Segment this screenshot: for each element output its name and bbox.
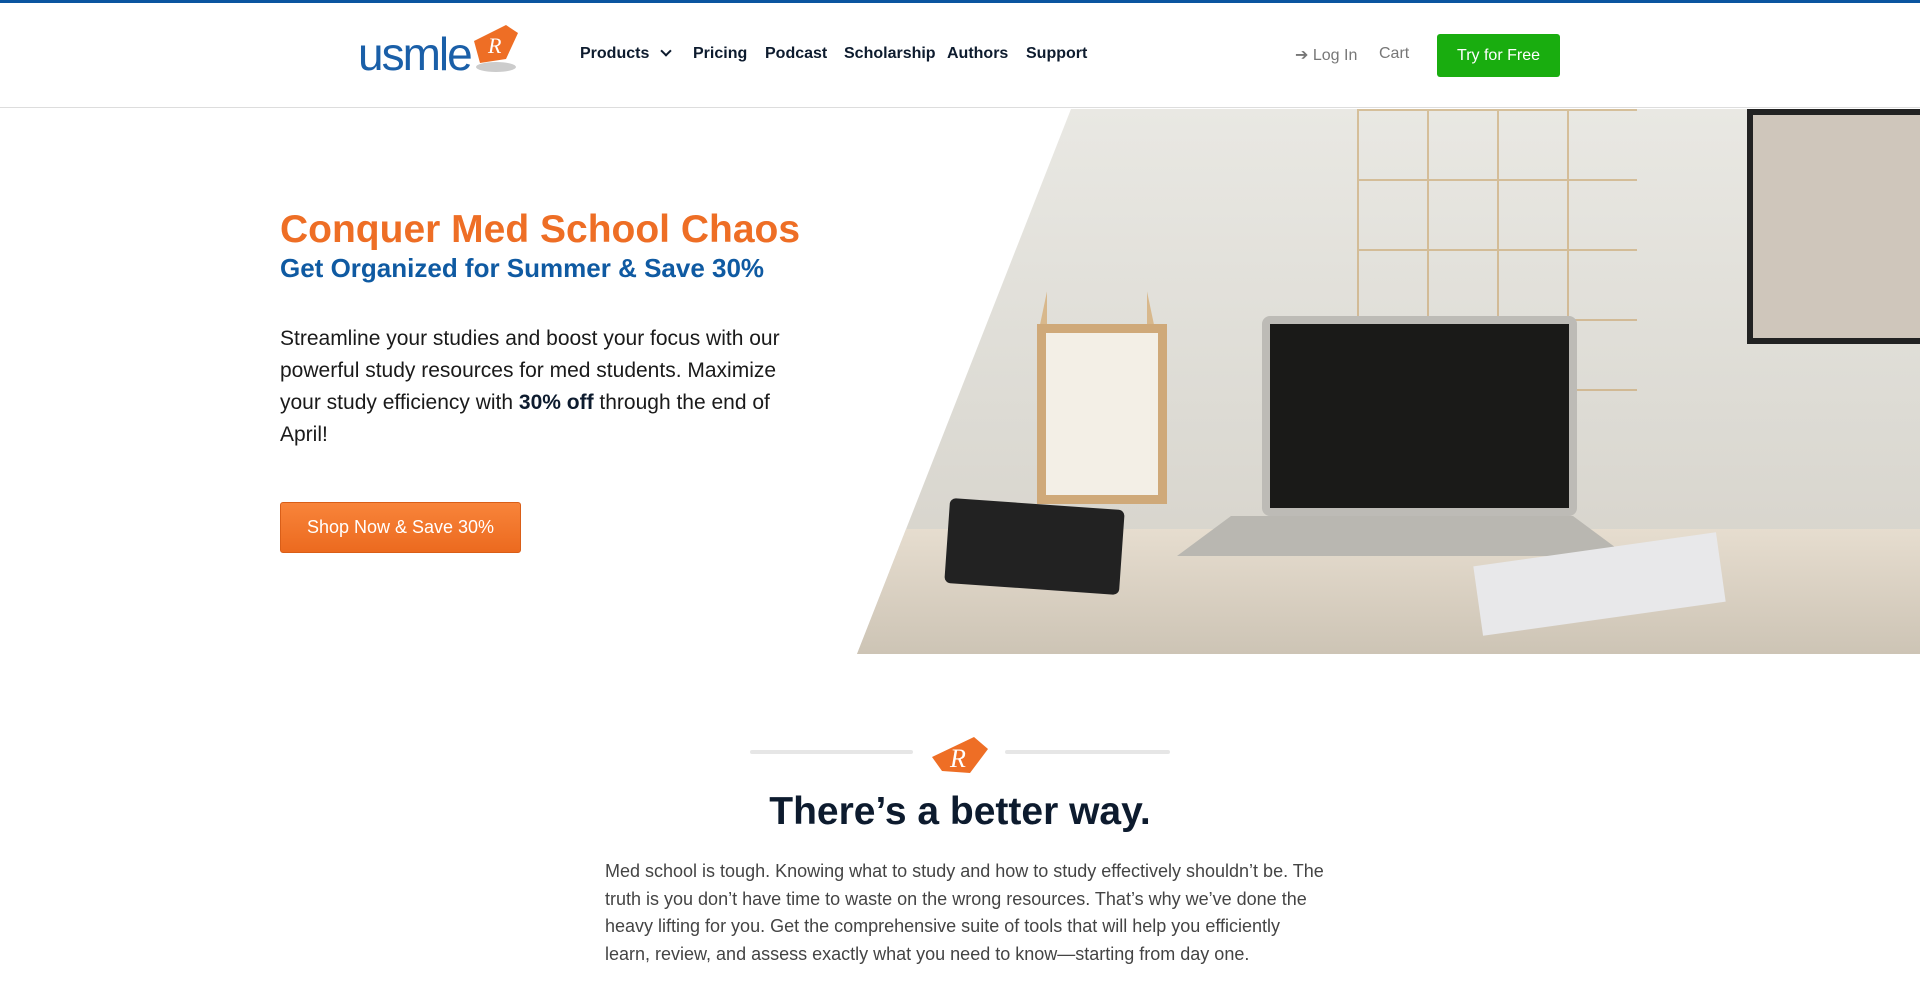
fern-picture-frame — [1037, 324, 1167, 504]
hero-description: Streamline your studies and boost your f… — [280, 327, 780, 446]
site-header: usmle R Products Pricing Podcast Scholar… — [0, 3, 1920, 108]
wooden-shelf — [1037, 139, 1157, 339]
nav-pricing[interactable]: Pricing — [693, 45, 747, 63]
svg-text:R: R — [949, 744, 966, 773]
laptop — [1262, 316, 1577, 516]
planner-book — [944, 497, 1125, 596]
shop-now-button[interactable]: Shop Now & Save 30% — [280, 502, 521, 553]
divider-left — [750, 750, 913, 754]
laptop-keyboard — [1177, 516, 1627, 556]
section-paragraph: Med school is tough. Knowing what to stu… — [605, 861, 1324, 964]
hero-subtitle: Get Organized for Summer & Save 30% — [280, 253, 765, 283]
rx-logo-mark-icon: R — [474, 25, 518, 72]
try-for-free-button[interactable]: Try for Free — [1437, 34, 1560, 77]
usmle-rx-logo[interactable]: usmle R — [358, 23, 518, 83]
nav-scholarship[interactable]: Scholarship — [844, 45, 936, 63]
section-heading: There’s a better way. — [769, 790, 1151, 833]
cart-link[interactable]: Cart — [1379, 45, 1409, 63]
wall-poster — [1747, 109, 1920, 344]
chevron-down-icon — [660, 45, 672, 57]
login-link[interactable]: ➔ Log In — [1295, 45, 1357, 65]
sign-in-icon: ➔ — [1295, 47, 1309, 64]
svg-text:R: R — [487, 33, 502, 58]
nav-authors[interactable]: Authors — [947, 45, 1008, 63]
nav-support[interactable]: Support — [1026, 45, 1087, 63]
nav-products[interactable]: Products — [580, 45, 672, 63]
hero-title: Conquer Med School Chaos — [280, 208, 801, 251]
divider-right — [1005, 750, 1170, 754]
nav-podcast[interactable]: Podcast — [765, 45, 827, 63]
rx-logo-mark-icon: R — [932, 737, 988, 773]
